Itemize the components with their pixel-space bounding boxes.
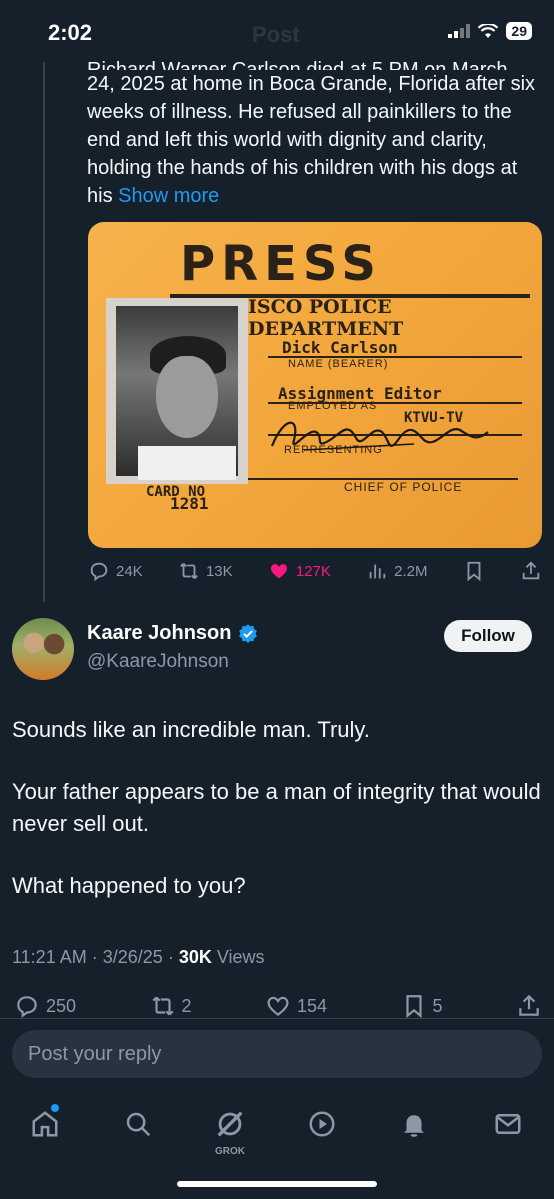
reply-count: 24K <box>116 562 143 580</box>
system-icons: 29 <box>448 22 532 40</box>
author-handle[interactable]: @KaareJohnson <box>87 651 229 673</box>
reply-actions: 250 2 154 5 <box>14 993 542 1019</box>
repost-button[interactable]: 13K <box>178 560 233 582</box>
bell-icon <box>404 1115 424 1137</box>
repost-icon <box>180 563 198 579</box>
analytics-icon <box>369 564 386 579</box>
show-more-link[interactable]: Show more <box>118 185 219 207</box>
card-chief-label: CHIEF OF POLICE <box>344 480 463 494</box>
post-text-cut-line: Richard Warner Carlson died at 5 PM on M… <box>87 59 508 70</box>
mail-icon <box>495 1114 521 1134</box>
heart-filled-icon <box>270 564 287 579</box>
tab-grok[interactable]: GROK <box>210 1104 250 1157</box>
author-name: Kaare Johnson <box>87 622 232 644</box>
thread-line <box>43 62 45 602</box>
battery-icon: 29 <box>506 22 532 40</box>
reply-paragraph: What happened to you? <box>12 873 246 898</box>
like-count: 154 <box>297 995 328 1016</box>
reply-icon <box>17 996 37 1018</box>
signature-image <box>270 421 489 451</box>
home-indicator <box>177 1181 377 1187</box>
reply-icon <box>90 562 108 582</box>
bookmark-button[interactable]: 5 <box>401 993 443 1019</box>
press-card-photo <box>106 298 248 484</box>
divider <box>0 1018 554 1019</box>
original-post-text[interactable]: Richard Warner Carlson died at 5 PM on M… <box>87 58 547 210</box>
repost-button[interactable]: 2 <box>150 993 192 1019</box>
reply-text: Sounds like an incredible man. Truly. Yo… <box>12 714 542 932</box>
author-name-row[interactable]: Kaare Johnson <box>87 622 259 645</box>
share-icon <box>522 561 540 580</box>
ghost-header-title: Post <box>252 22 300 47</box>
tab-notifications[interactable] <box>394 1104 434 1144</box>
verified-badge-icon <box>239 623 258 643</box>
press-card-department: ISCO POLICE DEPARTMENT <box>248 296 404 340</box>
bottom-tab-bar: GROK <box>0 1090 554 1160</box>
press-card-title: PRESS <box>180 236 382 292</box>
repost-count: 13K <box>205 562 233 580</box>
like-button[interactable]: 127K <box>268 560 331 582</box>
wifi-icon <box>478 23 499 38</box>
repost-count: 2 <box>181 995 192 1016</box>
reply-time: 11:21 AM <box>12 947 87 967</box>
grok-label: GROK <box>215 1146 245 1157</box>
like-count: 127K <box>295 562 331 580</box>
home-notification-dot <box>51 1104 59 1112</box>
status-time: 2:02 <box>48 20 93 45</box>
signal-icon <box>448 24 471 38</box>
home-icon <box>32 1111 58 1137</box>
share-button[interactable] <box>520 560 542 582</box>
reply-paragraph: Sounds like an incredible man. Truly. <box>12 717 370 742</box>
bookmark-button[interactable] <box>463 560 485 582</box>
reply-composer-input[interactable] <box>12 1030 542 1078</box>
heart-icon <box>267 996 289 1017</box>
repost-icon <box>151 996 174 1016</box>
reply-count: 250 <box>46 995 77 1016</box>
bookmark-icon <box>405 995 422 1019</box>
original-post-actions: 24K 13K 127K 2.2M <box>88 560 542 582</box>
reply-paragraph: Your father appears to be a man of integ… <box>12 779 541 836</box>
press-card-image[interactable]: PRESS ISCO POLICE DEPARTMENT Dick Carlso… <box>88 222 542 548</box>
card-name-label: NAME (BEARER) <box>288 358 389 370</box>
status-bar: Post 2:02 29 <box>0 0 554 60</box>
card-name-value: Dick Carlson <box>282 338 398 357</box>
like-button[interactable]: 154 <box>265 993 327 1019</box>
reply-views-count[interactable]: 30K <box>179 947 212 967</box>
reply-date: 3/26/25 <box>102 947 163 967</box>
search-icon <box>126 1112 151 1137</box>
card-number-value: 1281 <box>170 494 209 513</box>
tab-search[interactable] <box>118 1104 158 1144</box>
tab-home[interactable] <box>25 1104 65 1144</box>
reply-button[interactable]: 250 <box>14 993 76 1019</box>
play-icon <box>309 1111 335 1137</box>
views-button[interactable]: 2.2M <box>366 560 428 582</box>
bookmark-count: 5 <box>432 995 443 1016</box>
tab-video[interactable] <box>302 1104 342 1144</box>
bookmark-icon <box>467 561 481 582</box>
reply-button[interactable]: 24K <box>88 560 143 582</box>
share-button[interactable] <box>516 993 542 1019</box>
reply-meta: 11:21 AM · 3/26/25 · 30K Views <box>12 947 265 967</box>
tab-messages[interactable] <box>488 1104 528 1144</box>
grok-icon <box>217 1111 243 1137</box>
views-count: 2.2M <box>394 562 428 580</box>
reply-views-label: Views <box>216 947 265 967</box>
follow-button[interactable]: Follow <box>444 620 532 652</box>
share-icon <box>519 994 539 1016</box>
avatar[interactable] <box>12 618 74 680</box>
